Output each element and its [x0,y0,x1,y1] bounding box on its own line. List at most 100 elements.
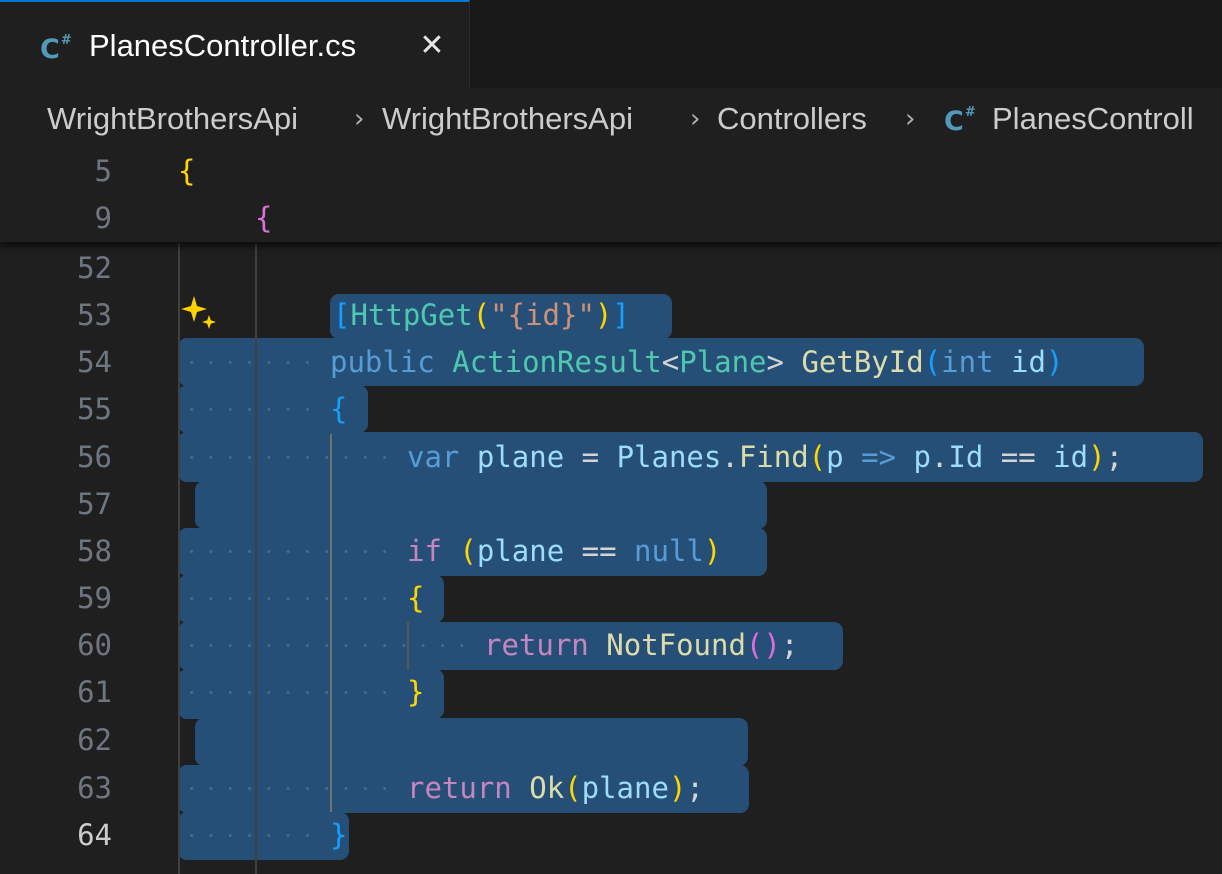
whitespace-dots [182,386,325,433]
breadcrumb-item-project[interactable]: WrightBrothersApi [47,100,298,138]
paren: ( [808,440,827,474]
method-name: NotFound [606,628,746,662]
tab-planes-controller[interactable]: C# PlanesController.cs ✕ [0,0,470,88]
paren: ( [459,534,477,568]
line-number: 58 [77,534,112,568]
property-name: Id [948,440,984,474]
sticky-line[interactable]: 5 { [0,148,1222,195]
operator: == [1000,440,1036,474]
whitespace-dots [182,434,400,481]
sticky-line[interactable]: 9 { [0,195,1222,242]
paren: ) [703,534,722,568]
line-number-current: 64 [77,818,112,852]
keyword: int [941,345,994,379]
indent-guide-active [330,434,332,812]
paren: ) [1088,440,1106,474]
line-number: 56 [77,440,112,474]
operator: . [930,440,949,474]
attribute-name: HttpGet [350,298,473,332]
paren: ( [564,771,582,805]
breadcrumb-item-folder[interactable]: WrightBrothersApi [382,100,633,138]
operator: > [766,345,784,379]
csharp-file-icon: C# [40,33,72,65]
whitespace-dots [182,812,325,859]
line-number: 63 [77,771,112,805]
close-icon[interactable]: ✕ [413,26,451,66]
variable-name: Planes [616,440,722,474]
parameter-name: p [826,440,844,474]
line-number: 52 [77,251,112,285]
type-name: Plane [679,345,767,379]
sticky-scroll[interactable]: 5 { 9 { [0,148,1222,243]
breadcrumb-item-file[interactable]: PlanesControll [992,100,1194,138]
paren: ) [594,298,613,332]
paren: ) [763,628,781,662]
whitespace-dots [182,339,325,386]
string-literal: "{id}" [490,298,595,332]
tab-bar: C# PlanesController.cs ✕ [0,0,1222,88]
open-brace: { [330,392,348,426]
open-brace: { [407,581,425,615]
keyword: null [634,534,704,568]
indent-guide [178,243,180,874]
whitespace-dots [182,528,400,575]
code-text: public ActionResult<Plane> GetById(int i… [330,345,1063,379]
paren: ) [1045,345,1064,379]
code-line[interactable]: 52 [0,245,1222,292]
tab-label: PlanesController.cs [89,28,357,63]
method-name: Find [738,440,809,474]
sparkle-icon[interactable] [180,294,220,334]
breadcrumb: WrightBrothersApi › WrightBrothersApi › … [0,88,1222,148]
whitespace-dots [182,575,400,622]
line-number: 57 [77,487,112,521]
bracket: [ [333,298,351,332]
whitespace-dots [182,669,400,716]
variable-name: plane [581,771,669,805]
chevron-right-icon: › [354,104,365,134]
operator: = [581,440,600,474]
line-number: 53 [77,298,112,332]
keyword: return [407,771,512,805]
line-number: 55 [77,392,112,426]
open-brace: { [255,201,273,235]
keyword: var [407,440,460,474]
paren: ( [472,298,491,332]
keyword: public [330,345,435,379]
operator: < [661,345,680,379]
variable-name: plane [476,534,565,568]
close-brace: } [330,818,348,852]
variable-name: p [913,440,931,474]
variable-name: plane [476,440,565,474]
breadcrumb-item-controllers[interactable]: Controllers [717,100,867,138]
parameter-name: id [1011,345,1046,379]
csharp-file-icon: C# [944,105,976,137]
indent-guide [407,622,409,670]
selection-highlight [195,718,748,766]
code-text: var plane = Planes.Find(p => p.Id == id)… [407,440,1123,474]
method-name: Ok [529,771,565,805]
open-brace: { [178,154,196,188]
close-brace: } [407,675,425,709]
whitespace-dots [182,765,400,812]
paren: ( [923,345,942,379]
line-number: 61 [77,675,112,709]
selection-highlight [195,481,767,529]
code-text: if (plane == null) [407,534,721,568]
code-text: return NotFound(); [484,628,798,662]
operator: => [861,440,896,474]
paren: ( [745,628,764,662]
line-number: 5 [94,154,112,188]
line-number: 59 [77,581,112,615]
line-number: 54 [77,345,112,379]
type-name: ActionResult [452,345,662,379]
code-editor[interactable]: 5 { 9 { 52 53 54 55 56 57 58 59 60 61 62… [0,148,1222,874]
operator: . [721,440,739,474]
chevron-right-icon: › [690,104,701,134]
code-text: return Ok(plane); [407,771,704,805]
paren: ) [668,771,687,805]
chevron-right-icon: › [905,104,916,134]
method-name: GetById [801,345,924,379]
line-number: 60 [77,628,112,662]
semicolon: ; [1105,440,1124,474]
indent-guide [255,243,257,874]
